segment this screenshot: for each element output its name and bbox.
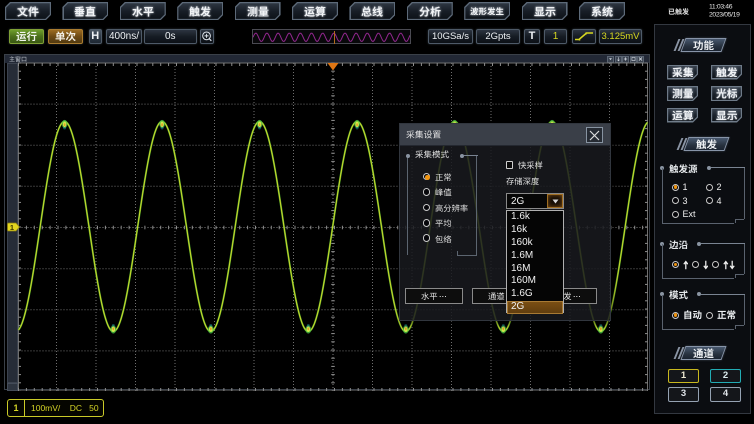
svg-text:11:03:46: 11:03:46 — [709, 4, 733, 11]
svg-text:1: 1 — [9, 222, 13, 231]
svg-text:2023/05/19: 2023/05/19 — [709, 12, 740, 19]
